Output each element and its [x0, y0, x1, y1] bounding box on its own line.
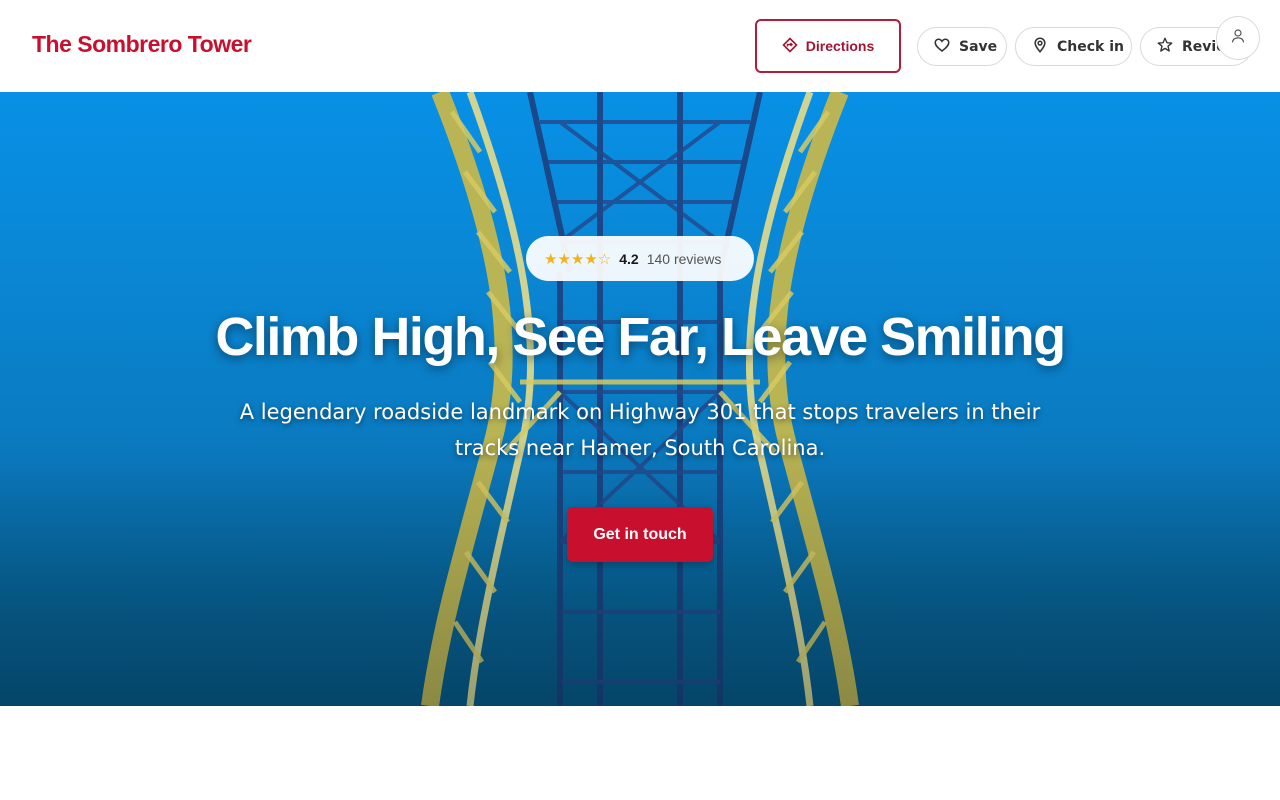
- hero-headline: Climb High, See Far, Leave Smiling: [215, 307, 1066, 367]
- map-pin-icon: [1031, 36, 1049, 58]
- site-title[interactable]: The Sombrero Tower: [32, 31, 252, 58]
- rating-stars: ★★★★☆: [544, 249, 612, 268]
- save-label: Save: [959, 38, 998, 55]
- rating-value: 4.2: [619, 250, 639, 267]
- star-icon: [1156, 36, 1174, 58]
- top-navigation-bar: The Sombrero Tower Directions Save Check…: [0, 0, 1280, 92]
- check-in-button[interactable]: Check in: [1015, 27, 1132, 66]
- save-button[interactable]: Save: [917, 27, 1007, 66]
- directions-label: Directions: [805, 38, 875, 54]
- check-in-label: Check in: [1057, 38, 1124, 55]
- account-button[interactable]: [1216, 16, 1260, 60]
- hero-section: ★★★★☆ 4.2 140 reviews Climb High, See Fa…: [0, 92, 1280, 706]
- get-in-touch-button[interactable]: Get in touch: [567, 507, 713, 562]
- hero-subtitle: A legendary roadside landmark on Highway…: [239, 400, 1041, 460]
- user-icon: [1229, 27, 1247, 50]
- directions-icon: [782, 36, 798, 56]
- directions-button[interactable]: Directions: [755, 19, 901, 73]
- heart-icon: [933, 36, 951, 58]
- review-count: 140 reviews: [646, 250, 722, 267]
- rating-badge[interactable]: ★★★★☆ 4.2 140 reviews: [526, 236, 754, 281]
